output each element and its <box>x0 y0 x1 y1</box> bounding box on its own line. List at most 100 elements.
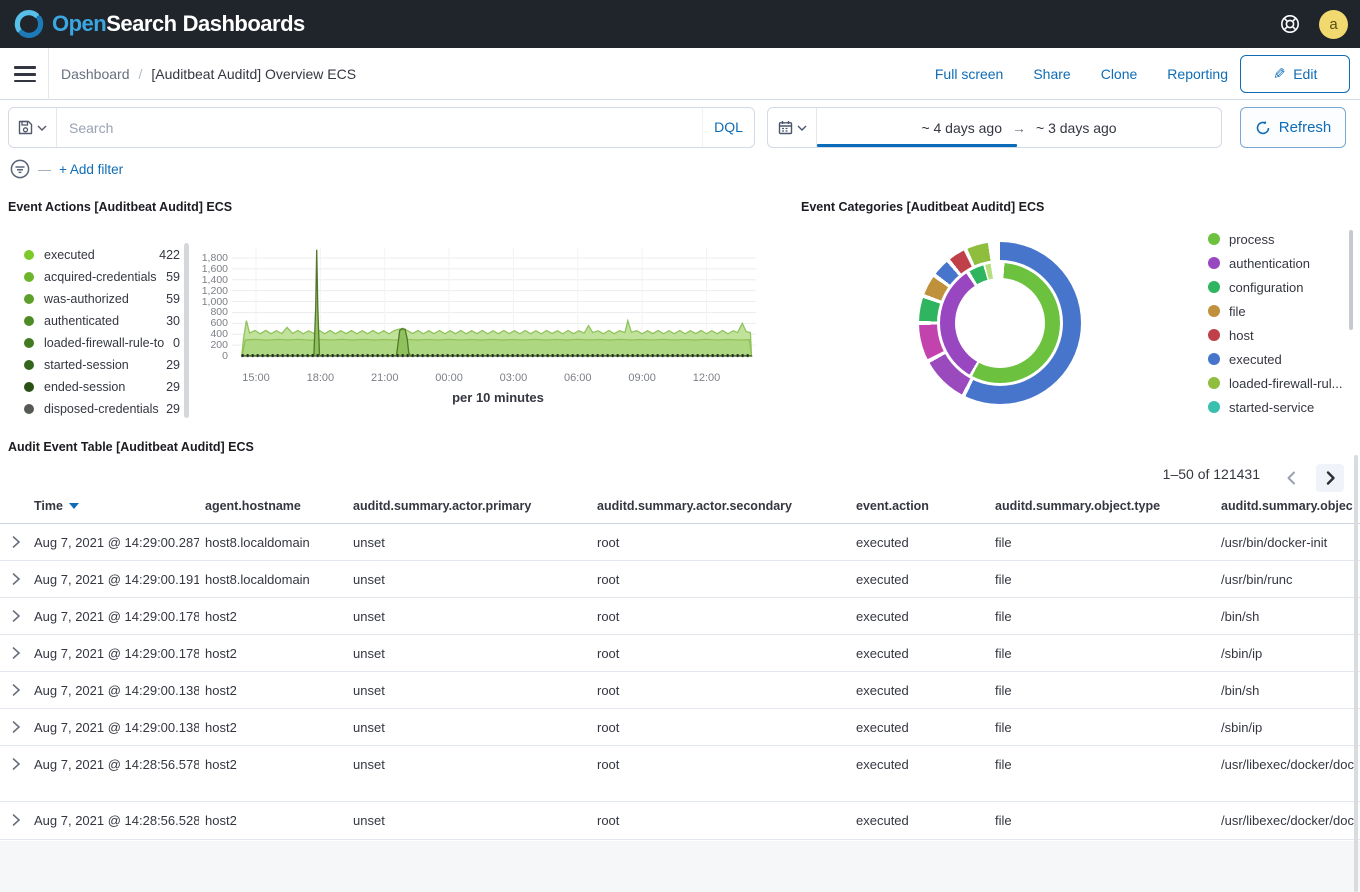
cell-auditd-summary-actor-secondary: root <box>597 813 850 828</box>
saved-query-menu-button[interactable] <box>9 108 57 147</box>
legend-label: started-service <box>1229 400 1314 415</box>
event-categories-panel-title: Event Categories [Auditbeat Auditd] ECS <box>801 200 1044 214</box>
date-from-button[interactable]: ~ 4 days ago <box>921 120 1002 136</box>
expand-row-icon[interactable] <box>10 757 22 776</box>
search-input[interactable] <box>57 120 702 136</box>
table-row: Aug 7, 2021 @ 14:29:00.138host2unsetroot… <box>0 709 1360 746</box>
legend-color-dot <box>1208 281 1220 293</box>
event-actions-panel-title: Event Actions [Auditbeat Auditd] ECS <box>8 200 232 214</box>
column-header-auditd-summary-actor-secondary[interactable]: auditd.summary.actor.secondary <box>597 499 850 513</box>
reporting-link[interactable]: Reporting <box>1167 66 1228 82</box>
table-row: Aug 7, 2021 @ 14:29:00.191host8.localdom… <box>0 561 1360 598</box>
page-scrollbar[interactable] <box>1354 455 1358 892</box>
cell-auditd-summary-object-type: file <box>995 720 1215 735</box>
legend-scrollbar[interactable] <box>1349 230 1353 330</box>
column-header-auditd-summary-actor-primary[interactable]: auditd.summary.actor.primary <box>353 499 591 513</box>
column-header-auditd-summary-object-type[interactable]: auditd.summary.object.type <box>995 499 1215 513</box>
cell-auditd-summary-objec: /sbin/ip <box>1221 646 1360 661</box>
legend-item[interactable]: process <box>1208 227 1343 251</box>
x-axis-title: per 10 minutes <box>380 390 616 405</box>
column-header-label: agent.hostname <box>205 499 301 513</box>
column-header-time[interactable]: Time <box>34 499 199 513</box>
legend-color-dot <box>1208 377 1220 389</box>
date-to-button[interactable]: ~ 3 days ago <box>1036 120 1117 136</box>
cell-auditd-summary-actor-secondary: root <box>597 757 850 772</box>
arrow-right-icon: → <box>1012 120 1026 136</box>
column-header-label: auditd.summary.objec <box>1221 499 1353 513</box>
event-categories-donut-chart[interactable] <box>919 242 1081 404</box>
cell-event-action: executed <box>856 535 989 550</box>
column-header-event-action[interactable]: event.action <box>856 499 989 513</box>
legend-item[interactable]: was-authorized59 <box>18 288 180 310</box>
cell-auditd-summary-actor-primary: unset <box>353 535 591 550</box>
event-actions-area-chart[interactable] <box>232 242 756 360</box>
cell-auditd-summary-actor-primary: unset <box>353 757 591 772</box>
cell-agent-hostname: host8.localdomain <box>205 535 347 550</box>
y-tick-label: 1,800 <box>186 252 228 264</box>
y-tick-label: 1,600 <box>186 263 228 275</box>
legend-color-dot <box>24 338 34 348</box>
event-actions-legend: executed422acquired-credentials59was-aut… <box>18 244 180 418</box>
x-tick-label: 03:00 <box>491 372 535 384</box>
legend-item[interactable]: executed422 <box>18 244 180 266</box>
expand-row-icon[interactable] <box>10 572 22 591</box>
cell-Time: Aug 7, 2021 @ 14:29:00.178 <box>34 609 199 624</box>
column-header-auditd-summary-objec[interactable]: auditd.summary.objec <box>1221 499 1360 513</box>
legend-item[interactable]: loaded-firewall-rul... <box>1208 371 1343 395</box>
clone-link[interactable]: Clone <box>1101 66 1138 82</box>
cell-agent-hostname: host2 <box>205 757 347 772</box>
save-icon <box>18 120 33 135</box>
legend-color-dot <box>1208 329 1220 341</box>
legend-item[interactable]: host <box>1208 323 1343 347</box>
legend-color-dot <box>1208 305 1220 317</box>
opensearch-brand[interactable]: OpenSearchDashboards <box>14 9 305 39</box>
date-quick-select-button[interactable] <box>768 108 817 147</box>
legend-label: was-authorized <box>44 292 162 306</box>
refresh-button[interactable]: Refresh <box>1240 107 1346 148</box>
help-icon[interactable] <box>1279 13 1301 35</box>
legend-label: loaded-firewall-rule-to <box>44 336 169 350</box>
table-row: Aug 7, 2021 @ 14:29:00.178host2unsetroot… <box>0 598 1360 635</box>
legend-item[interactable]: file <box>1208 299 1343 323</box>
y-tick-label: 1,400 <box>186 274 228 286</box>
opensearch-logo-icon <box>14 9 44 39</box>
legend-item[interactable]: acquired-credentials59 <box>18 266 180 288</box>
cell-event-action: executed <box>856 609 989 624</box>
column-header-label: auditd.summary.object.type <box>995 499 1160 513</box>
legend-value: 422 <box>155 248 180 262</box>
legend-item[interactable]: authentication <box>1208 251 1343 275</box>
legend-value: 29 <box>162 358 180 372</box>
legend-item[interactable]: executed <box>1208 347 1343 371</box>
cell-auditd-summary-actor-secondary: root <box>597 535 850 550</box>
donut-hole <box>955 278 1045 368</box>
share-link[interactable]: Share <box>1033 66 1070 82</box>
column-header-agent-hostname[interactable]: agent.hostname <box>205 499 347 513</box>
expand-row-icon[interactable] <box>10 535 22 554</box>
legend-item[interactable]: loaded-firewall-rule-to0 <box>18 332 180 354</box>
legend-item[interactable]: started-session29 <box>18 354 180 376</box>
breadcrumb-dashboard[interactable]: Dashboard <box>61 66 130 82</box>
dql-language-button[interactable]: DQL <box>702 108 754 147</box>
expand-row-icon[interactable] <box>10 609 22 628</box>
cell-auditd-summary-actor-primary: unset <box>353 646 591 661</box>
filter-icon[interactable] <box>10 159 30 179</box>
expand-row-icon[interactable] <box>10 720 22 739</box>
add-filter-link[interactable]: + Add filter <box>59 162 123 177</box>
expand-row-icon[interactable] <box>10 813 22 832</box>
expand-row-icon[interactable] <box>10 683 22 702</box>
full-screen-link[interactable]: Full screen <box>935 66 1003 82</box>
calendar-icon <box>778 120 793 135</box>
expand-row-icon[interactable] <box>10 646 22 665</box>
next-page-button[interactable] <box>1316 464 1344 492</box>
legend-item[interactable]: started-service <box>1208 395 1343 419</box>
edit-button[interactable]: ✎ Edit <box>1240 55 1350 93</box>
legend-item[interactable]: ended-session29 <box>18 376 180 398</box>
legend-item[interactable]: configuration <box>1208 275 1343 299</box>
menu-icon[interactable] <box>12 62 38 86</box>
legend-item[interactable]: disposed-credentials29 <box>18 398 180 418</box>
legend-color-dot <box>1208 353 1220 365</box>
previous-page-button[interactable] <box>1278 464 1306 492</box>
user-avatar[interactable]: a <box>1319 10 1348 39</box>
legend-item[interactable]: authenticated30 <box>18 310 180 332</box>
legend-label: disposed-credentials <box>44 402 162 416</box>
